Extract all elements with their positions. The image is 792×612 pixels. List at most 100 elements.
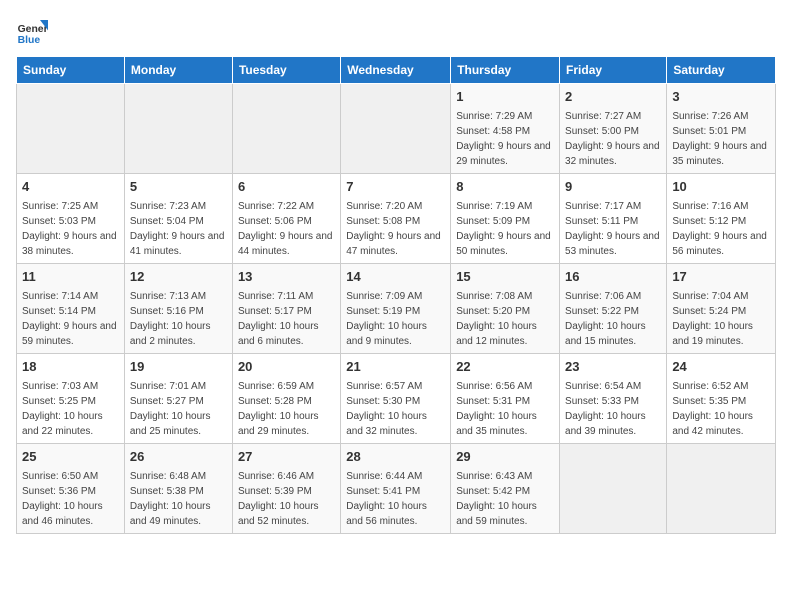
calendar-cell: 16 Sunrise: 7:06 AM Sunset: 5:22 PM Dayli… <box>560 264 667 354</box>
day-info: Sunrise: 7:08 AM Sunset: 5:20 PM Dayligh… <box>456 289 554 349</box>
day-number: 28 <box>346 448 445 467</box>
day-info: Sunrise: 6:44 AM Sunset: 5:41 PM Dayligh… <box>346 469 445 529</box>
day-info: Sunrise: 6:57 AM Sunset: 5:30 PM Dayligh… <box>346 379 445 439</box>
week-row-5: 25 Sunrise: 6:50 AM Sunset: 5:36 PM Dayli… <box>17 444 776 534</box>
day-number: 27 <box>238 448 335 467</box>
week-row-2: 4Sunrise: 7:25 AM Sunset: 5:03 PM Daylig… <box>17 174 776 264</box>
day-number: 1 <box>456 88 554 107</box>
svg-text:Blue: Blue <box>18 35 41 46</box>
calendar-cell: 2Sunrise: 7:27 AM Sunset: 5:00 PM Daylig… <box>560 84 667 174</box>
day-info: Sunrise: 7:27 AM Sunset: 5:00 PM Dayligh… <box>565 109 661 169</box>
day-number: 10 <box>672 178 770 197</box>
calendar-cell: 25 Sunrise: 6:50 AM Sunset: 5:36 PM Dayli… <box>17 444 125 534</box>
page-header: General Blue <box>16 16 776 48</box>
calendar-cell: 28 Sunrise: 6:44 AM Sunset: 5:41 PM Dayli… <box>341 444 451 534</box>
day-info: Sunrise: 6:59 AM Sunset: 5:28 PM Dayligh… <box>238 379 335 439</box>
day-info: Sunrise: 7:29 AM Sunset: 4:58 PM Dayligh… <box>456 109 554 169</box>
day-number: 6 <box>238 178 335 197</box>
weekday-header-row: SundayMondayTuesdayWednesdayThursdayFrid… <box>17 57 776 84</box>
day-info: Sunrise: 7:23 AM Sunset: 5:04 PM Dayligh… <box>130 199 227 259</box>
day-number: 24 <box>672 358 770 377</box>
day-number: 12 <box>130 268 227 287</box>
day-info: Sunrise: 6:52 AM Sunset: 5:35 PM Dayligh… <box>672 379 770 439</box>
calendar-cell: 22 Sunrise: 6:56 AM Sunset: 5:31 PM Dayli… <box>451 354 560 444</box>
day-number: 20 <box>238 358 335 377</box>
day-number: 14 <box>346 268 445 287</box>
calendar-cell: 15 Sunrise: 7:08 AM Sunset: 5:20 PM Dayli… <box>451 264 560 354</box>
weekday-header-friday: Friday <box>560 57 667 84</box>
day-info: Sunrise: 6:54 AM Sunset: 5:33 PM Dayligh… <box>565 379 661 439</box>
calendar-cell: 3 Sunrise: 7:26 AM Sunset: 5:01 PM Daylig… <box>667 84 776 174</box>
calendar-cell: 9 Sunrise: 7:17 AM Sunset: 5:11 PM Daylig… <box>560 174 667 264</box>
day-info: Sunrise: 7:09 AM Sunset: 5:19 PM Dayligh… <box>346 289 445 349</box>
weekday-header-saturday: Saturday <box>667 57 776 84</box>
day-info: Sunrise: 7:25 AM Sunset: 5:03 PM Dayligh… <box>22 199 119 259</box>
calendar-cell <box>17 84 125 174</box>
day-info: Sunrise: 6:46 AM Sunset: 5:39 PM Dayligh… <box>238 469 335 529</box>
day-number: 21 <box>346 358 445 377</box>
logo: General Blue <box>16 16 48 48</box>
day-number: 19 <box>130 358 227 377</box>
day-number: 18 <box>22 358 119 377</box>
calendar-cell: 5 Sunrise: 7:23 AM Sunset: 5:04 PM Daylig… <box>124 174 232 264</box>
day-info: Sunrise: 6:43 AM Sunset: 5:42 PM Dayligh… <box>456 469 554 529</box>
calendar-cell: 21 Sunrise: 6:57 AM Sunset: 5:30 PM Dayli… <box>341 354 451 444</box>
day-number: 13 <box>238 268 335 287</box>
day-info: Sunrise: 7:17 AM Sunset: 5:11 PM Dayligh… <box>565 199 661 259</box>
day-info: Sunrise: 7:13 AM Sunset: 5:16 PM Dayligh… <box>130 289 227 349</box>
day-info: Sunrise: 6:50 AM Sunset: 5:36 PM Dayligh… <box>22 469 119 529</box>
weekday-header-wednesday: Wednesday <box>341 57 451 84</box>
day-info: Sunrise: 7:26 AM Sunset: 5:01 PM Dayligh… <box>672 109 770 169</box>
day-number: 16 <box>565 268 661 287</box>
calendar-cell: 4Sunrise: 7:25 AM Sunset: 5:03 PM Daylig… <box>17 174 125 264</box>
day-number: 29 <box>456 448 554 467</box>
week-row-1: 1 Sunrise: 7:29 AM Sunset: 4:58 PM Daylig… <box>17 84 776 174</box>
day-number: 23 <box>565 358 661 377</box>
calendar-cell: 13 Sunrise: 7:11 AM Sunset: 5:17 PM Dayli… <box>232 264 340 354</box>
day-info: Sunrise: 7:16 AM Sunset: 5:12 PM Dayligh… <box>672 199 770 259</box>
weekday-header-tuesday: Tuesday <box>232 57 340 84</box>
day-number: 5 <box>130 178 227 197</box>
calendar-cell: 26Sunrise: 6:48 AM Sunset: 5:38 PM Dayli… <box>124 444 232 534</box>
weekday-header-sunday: Sunday <box>17 57 125 84</box>
svg-text:General: General <box>18 24 48 35</box>
day-info: Sunrise: 6:56 AM Sunset: 5:31 PM Dayligh… <box>456 379 554 439</box>
calendar-cell <box>124 84 232 174</box>
day-number: 25 <box>22 448 119 467</box>
day-info: Sunrise: 7:19 AM Sunset: 5:09 PM Dayligh… <box>456 199 554 259</box>
day-number: 15 <box>456 268 554 287</box>
day-number: 9 <box>565 178 661 197</box>
calendar-cell: 14 Sunrise: 7:09 AM Sunset: 5:19 PM Dayli… <box>341 264 451 354</box>
weekday-header-thursday: Thursday <box>451 57 560 84</box>
calendar-cell: 7Sunrise: 7:20 AM Sunset: 5:08 PM Daylig… <box>341 174 451 264</box>
calendar-cell: 24 Sunrise: 6:52 AM Sunset: 5:35 PM Dayli… <box>667 354 776 444</box>
day-number: 22 <box>456 358 554 377</box>
logo-icon: General Blue <box>16 16 48 48</box>
day-number: 17 <box>672 268 770 287</box>
week-row-4: 18Sunrise: 7:03 AM Sunset: 5:25 PM Dayli… <box>17 354 776 444</box>
calendar-cell: 6 Sunrise: 7:22 AM Sunset: 5:06 PM Daylig… <box>232 174 340 264</box>
day-info: Sunrise: 7:04 AM Sunset: 5:24 PM Dayligh… <box>672 289 770 349</box>
calendar-cell: 18Sunrise: 7:03 AM Sunset: 5:25 PM Dayli… <box>17 354 125 444</box>
calendar-table: SundayMondayTuesdayWednesdayThursdayFrid… <box>16 56 776 534</box>
day-number: 3 <box>672 88 770 107</box>
day-info: Sunrise: 7:20 AM Sunset: 5:08 PM Dayligh… <box>346 199 445 259</box>
calendar-cell <box>341 84 451 174</box>
calendar-cell: 23 Sunrise: 6:54 AM Sunset: 5:33 PM Dayli… <box>560 354 667 444</box>
day-number: 8 <box>456 178 554 197</box>
day-number: 11 <box>22 268 119 287</box>
day-info: Sunrise: 7:11 AM Sunset: 5:17 PM Dayligh… <box>238 289 335 349</box>
weekday-header-monday: Monday <box>124 57 232 84</box>
day-info: Sunrise: 7:01 AM Sunset: 5:27 PM Dayligh… <box>130 379 227 439</box>
calendar-cell <box>232 84 340 174</box>
day-number: 26 <box>130 448 227 467</box>
calendar-cell: 20 Sunrise: 6:59 AM Sunset: 5:28 PM Dayli… <box>232 354 340 444</box>
calendar-cell <box>667 444 776 534</box>
calendar-cell <box>560 444 667 534</box>
calendar-cell: 8 Sunrise: 7:19 AM Sunset: 5:09 PM Daylig… <box>451 174 560 264</box>
day-info: Sunrise: 7:06 AM Sunset: 5:22 PM Dayligh… <box>565 289 661 349</box>
calendar-cell: 12 Sunrise: 7:13 AM Sunset: 5:16 PM Dayli… <box>124 264 232 354</box>
calendar-cell: 17 Sunrise: 7:04 AM Sunset: 5:24 PM Dayli… <box>667 264 776 354</box>
calendar-cell: 1 Sunrise: 7:29 AM Sunset: 4:58 PM Daylig… <box>451 84 560 174</box>
day-info: Sunrise: 7:22 AM Sunset: 5:06 PM Dayligh… <box>238 199 335 259</box>
